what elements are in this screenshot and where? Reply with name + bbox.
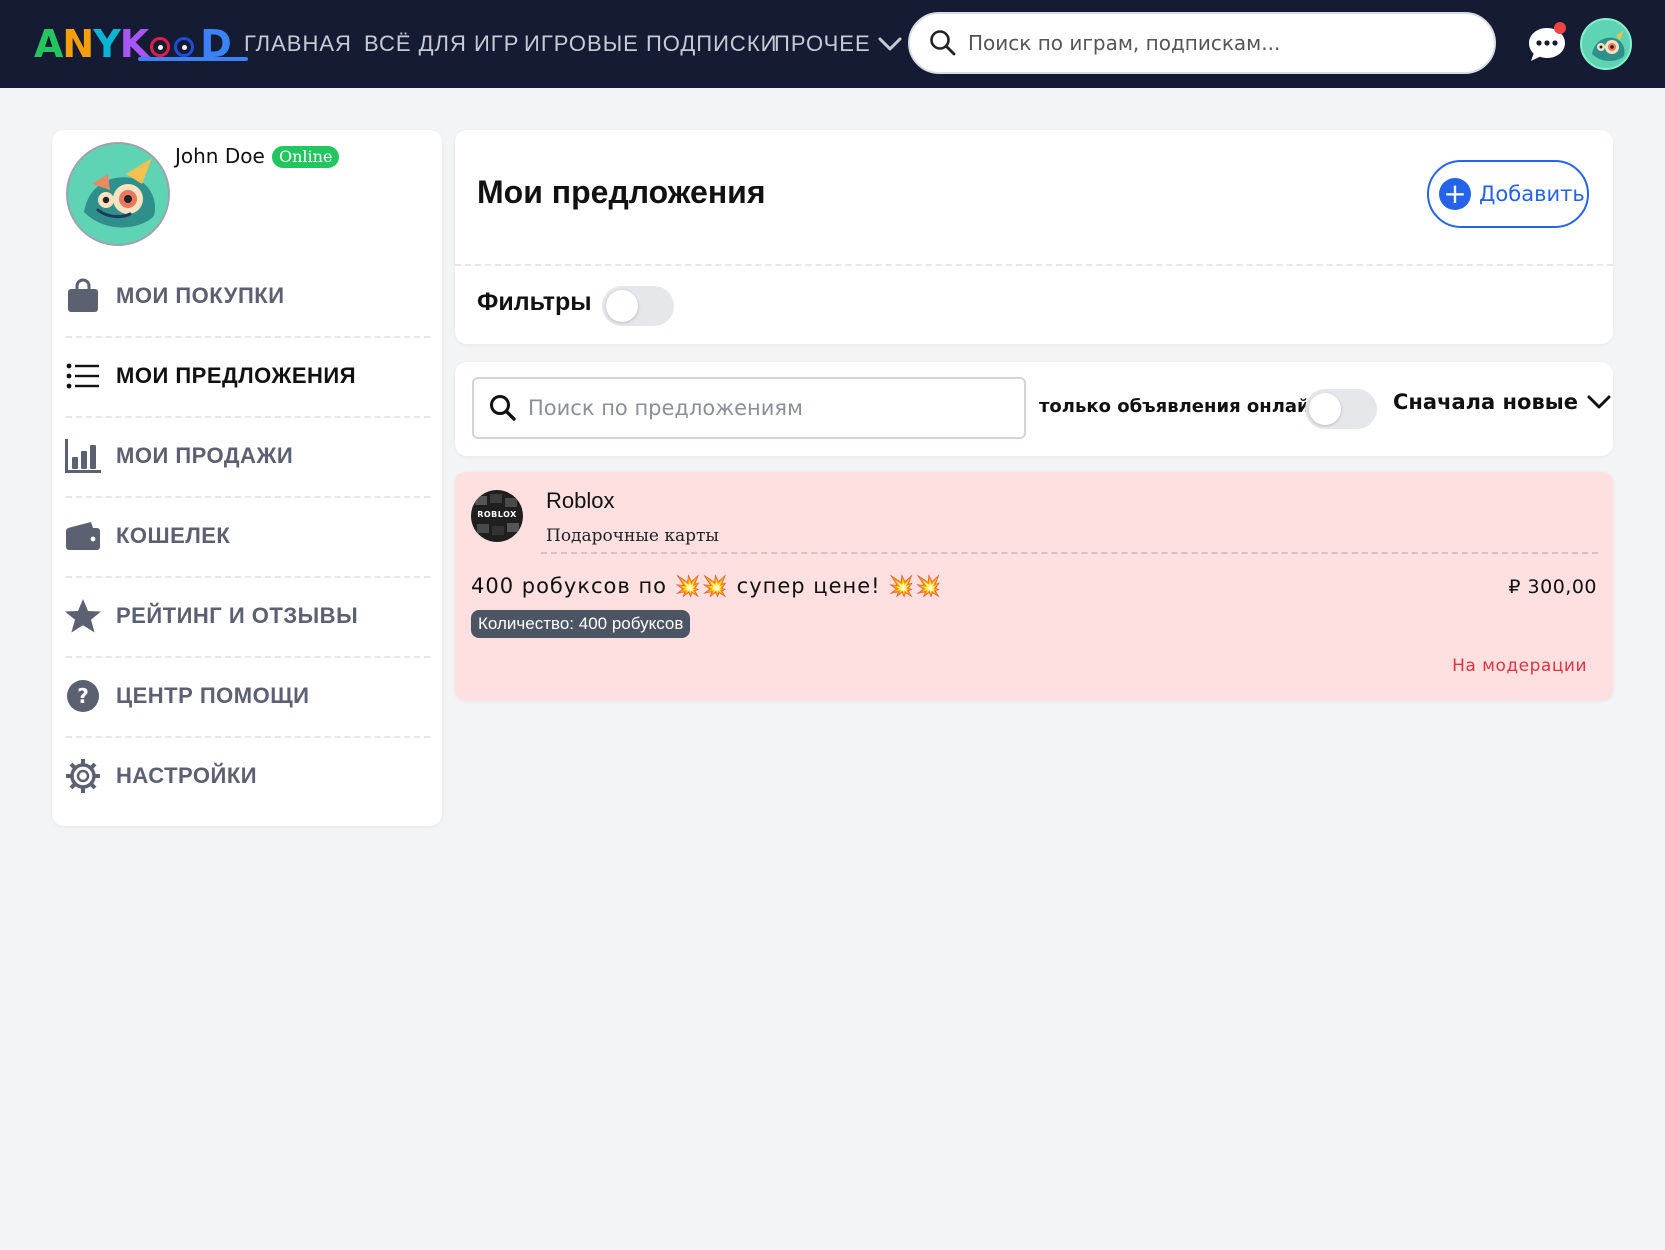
offer-card[interactable]: ROBLOX Roblox Подарочные карты 400 робук… [455,472,1613,700]
online-only-toggle[interactable] [1305,389,1377,429]
sidebar-item-help[interactable]: ? ЦЕНТР ПОМОЩИ [64,656,430,736]
offer-search-input[interactable] [528,396,1008,420]
wallet-icon [64,517,102,555]
shopping-bag-icon [64,277,102,315]
sidebar-item-sales[interactable]: МОИ ПРОДАЖИ [64,416,430,496]
profile-avatar-image [84,158,156,228]
profile-sidebar: John Doe Online МОИ ПОКУПКИ МОИ ПРЕДЛОЖЕ… [52,130,442,826]
sidebar-item-label: МОИ ПОКУПКИ [116,283,285,308]
toggle-knob [1309,393,1341,425]
site-logo[interactable]: ANYK D [34,22,248,66]
filters-label: Фильтры [477,288,592,316]
moderation-status: На модерации [1452,656,1587,676]
sort-dropdown[interactable]: Сначала новые [1393,390,1612,414]
quantity-badge: Количество: 400 робуксов [471,610,691,638]
offer-search[interactable] [472,377,1026,439]
game-logo-text: ROBLOX [477,510,517,519]
sidebar-item-label: МОИ ПРЕДЛОЖЕНИЯ [116,363,357,388]
nav-games[interactable]: ВСЁ ДЛЯ ИГР [364,0,519,88]
avatar-image [1592,30,1625,61]
filters-toggle[interactable] [602,286,674,326]
nav-subscriptions[interactable]: ИГРОВЫЕ ПОДПИСКИ [524,0,777,88]
help-icon: ? [64,677,102,715]
offer-price: ₽ 300,00 [1508,576,1597,598]
add-offer-label: Добавить [1479,182,1585,206]
svg-text:?: ? [77,684,89,708]
sidebar-item-label: ЦЕНТР ПОМОЩИ [116,683,310,708]
sort-label: Сначала новые [1393,390,1579,414]
chevron-down-icon [878,37,902,51]
game-logo: ROBLOX [471,490,523,542]
global-search-input[interactable] [968,31,1468,55]
online-status-badge: Online [272,146,340,168]
sidebar-item-settings[interactable]: НАСТРОЙКИ [64,736,430,816]
star-icon [64,597,102,635]
gear-icon [64,757,102,795]
toggle-knob [606,290,638,322]
global-search[interactable] [908,12,1496,74]
sidebar-item-label: РЕЙТИНГ И ОТЗЫВЫ [116,603,359,628]
online-only-label: только объявления онлайн [1039,396,1323,417]
divider [455,264,1613,266]
avatar[interactable] [1580,18,1632,70]
sidebar-item-rating[interactable]: РЕЙТИНГ И ОТЗЫВЫ [64,576,430,656]
nav-more-label: ПРОЧЕЕ [774,31,871,56]
offers-toolbar: только объявления онлайн Сначала новые [455,362,1613,456]
plus-icon: + [1439,178,1471,210]
game-category: Подарочные карты [546,526,719,546]
search-icon [490,395,516,421]
nav-more-dropdown[interactable]: ПРОЧЕЕ [774,0,903,88]
nav-games-label: ВСЁ ДЛЯ ИГР [364,31,520,56]
nav-home[interactable]: ГЛАВНАЯ [244,0,352,88]
list-icon [64,357,102,395]
user-name: John Doe [175,144,265,168]
divider [541,552,1598,554]
add-offer-button[interactable]: + Добавить [1427,160,1589,228]
bar-chart-icon [64,437,102,475]
offers-header-card: Мои предложения + Добавить Фильтры [455,130,1613,344]
sidebar-item-label: МОИ ПРОДАЖИ [116,443,294,468]
sidebar-item-offers[interactable]: МОИ ПРЕДЛОЖЕНИЯ [64,336,430,416]
game-name: Roblox [546,488,615,513]
sidebar-item-purchases[interactable]: МОИ ПОКУПКИ [64,256,430,336]
top-bar: ANYK D ГЛАВНАЯ ВСЁ ДЛЯ ИГР ИГРОВЫЕ ПОДПИС… [0,0,1665,88]
sidebar-item-wallet[interactable]: КОШЕЛЕК [64,496,430,576]
profile-avatar[interactable] [66,142,170,246]
chevron-down-icon [1587,395,1611,409]
nav-home-label: ГЛАВНАЯ [244,31,352,56]
search-icon [930,30,956,56]
nav-subscriptions-label: ИГРОВЫЕ ПОДПИСКИ [524,31,778,56]
notification-dot [1554,22,1566,34]
offer-title: 400 робуксов по 💥💥 супер цене! 💥💥 [471,574,943,598]
page-title: Мои предложения [477,174,766,210]
sidebar-item-label: НАСТРОЙКИ [116,763,258,788]
sidebar-item-label: КОШЕЛЕК [116,523,231,548]
